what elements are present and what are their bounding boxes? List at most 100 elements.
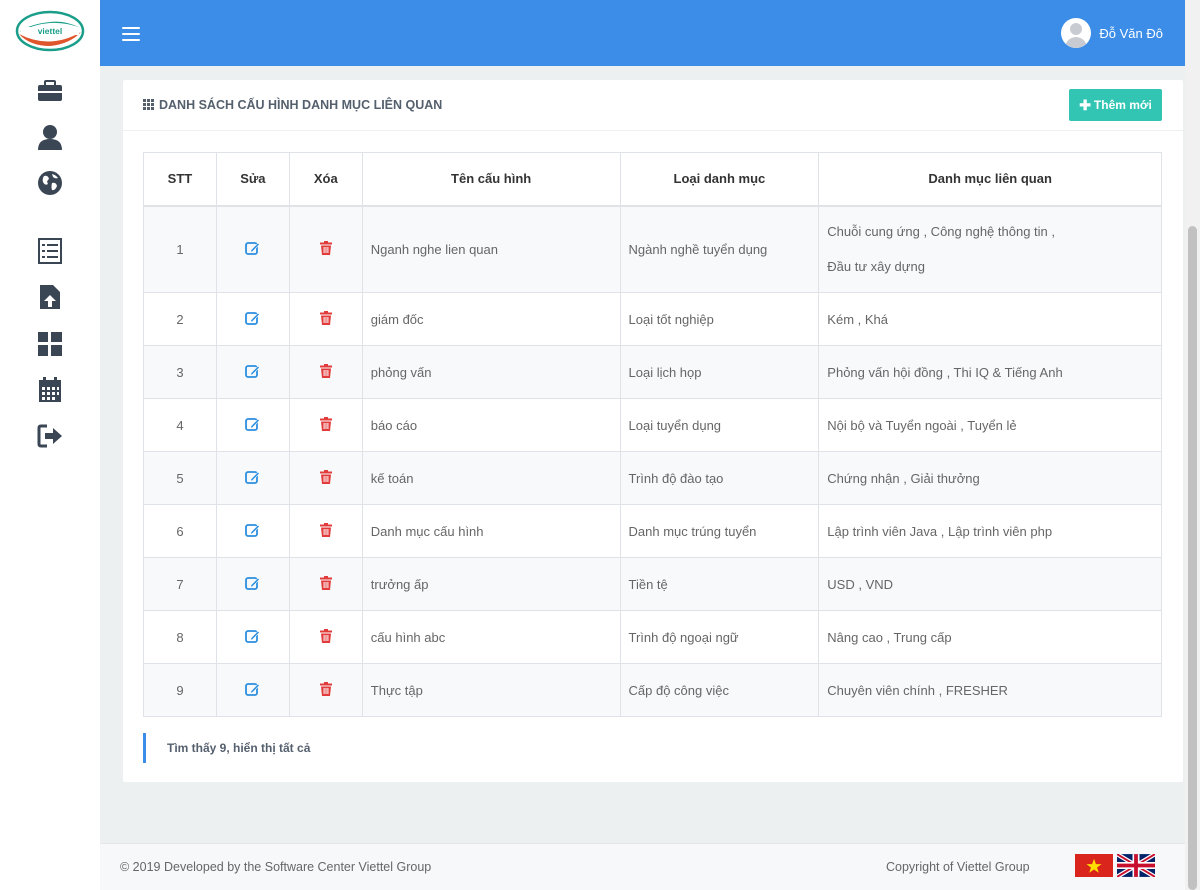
cell-related-categories: Nâng cao , Trung cấp xyxy=(818,610,1162,664)
cell-delete xyxy=(288,451,363,505)
trash-icon[interactable] xyxy=(319,575,332,593)
related-categories-text: Phỏng vấn hội đồng , Thi IQ & Tiếng Anh xyxy=(827,364,1063,380)
avatar xyxy=(1061,18,1092,48)
cell-config-name: trưởng ấp xyxy=(361,557,621,611)
trash-icon[interactable] xyxy=(319,416,332,434)
list-icon[interactable] xyxy=(36,237,64,265)
vietnamese-flag-icon[interactable] xyxy=(1075,854,1113,877)
cell-edit xyxy=(215,557,290,611)
file-upload-icon[interactable] xyxy=(36,283,64,311)
cell-stt: 8 xyxy=(143,610,217,664)
cell-delete xyxy=(288,292,363,346)
table-row: 5 kế toán Trình độ đào tạo Chứng nhận , Giả… xyxy=(143,451,1162,505)
page-title: DANH SÁCH CẤU HÌNH DANH MỤC LIÊN QUAN xyxy=(143,98,442,112)
grid-icon xyxy=(143,99,155,111)
related-categories-line: Đầu tư xây dựng xyxy=(827,259,925,275)
globe-icon[interactable] xyxy=(36,169,64,197)
edit-icon[interactable] xyxy=(245,523,261,540)
briefcase-icon[interactable] xyxy=(36,77,64,105)
cell-edit xyxy=(215,610,290,664)
column-header-category-type[interactable]: Loại danh mục xyxy=(619,152,820,207)
dashboard-icon[interactable] xyxy=(36,330,64,358)
edit-icon[interactable] xyxy=(245,629,261,646)
table-row: 3 phỏng vấn Loại lịch họp Phỏng vấn hội đồn… xyxy=(143,345,1162,399)
cell-related-categories: Chuỗi cung ứng , Công nghệ thông tin , Đầ… xyxy=(818,205,1162,293)
edit-icon[interactable] xyxy=(245,241,261,258)
card-header: DANH SÁCH CẤU HÌNH DANH MỤC LIÊN QUAN ✚ … xyxy=(123,80,1183,131)
viettel-logo[interactable]: viettel xyxy=(15,10,85,52)
sidebar: viettel xyxy=(0,0,100,890)
cell-stt: 9 xyxy=(143,663,217,717)
trash-icon[interactable] xyxy=(319,363,332,381)
page-title-text: DANH SÁCH CẤU HÌNH DANH MỤC LIÊN QUAN xyxy=(159,98,443,112)
user-icon[interactable] xyxy=(36,123,64,151)
cell-edit xyxy=(215,205,290,293)
edit-icon[interactable] xyxy=(245,364,261,381)
table-row: 4 báo cáo Loại tuyển dụng Nội bộ và Tuyển n… xyxy=(143,398,1162,452)
column-header-delete[interactable]: Xóa xyxy=(288,152,363,207)
cell-category-type: Tiền tệ xyxy=(619,557,820,611)
top-navbar: Đỗ Văn Đô xyxy=(100,0,1185,66)
config-list-card: DANH SÁCH CẤU HÌNH DANH MỤC LIÊN QUAN ✚ … xyxy=(123,80,1183,782)
cell-config-name: Danh mục cấu hình xyxy=(361,504,621,558)
logout-icon[interactable] xyxy=(36,422,64,450)
page-footer: © 2019 Developed by the Software Center … xyxy=(100,843,1185,890)
user-menu[interactable]: Đỗ Văn Đô xyxy=(1061,18,1163,48)
cell-category-type: Cấp độ công việc xyxy=(619,663,820,717)
cell-category-type: Loại tuyển dụng xyxy=(619,398,820,452)
trash-icon[interactable] xyxy=(319,240,332,258)
related-categories-text: Nội bộ và Tuyển ngoài , Tuyển lẻ xyxy=(827,417,1017,433)
cell-config-name: Thực tập xyxy=(361,663,621,717)
column-header-related-categories[interactable]: Danh mục liên quan xyxy=(818,152,1162,207)
column-header-edit[interactable]: Sửa xyxy=(215,152,290,207)
add-new-button[interactable]: ✚ Thêm mới xyxy=(1069,89,1162,121)
edit-icon[interactable] xyxy=(245,417,261,434)
cell-related-categories: Kém , Khá xyxy=(818,292,1162,346)
edit-icon[interactable] xyxy=(245,682,261,699)
cell-edit xyxy=(215,451,290,505)
cell-related-categories: Chứng nhận , Giải thưởng xyxy=(818,451,1162,505)
add-new-label: Thêm mới xyxy=(1093,98,1152,112)
calendar-icon[interactable] xyxy=(36,376,64,404)
english-flag-icon[interactable] xyxy=(1115,852,1157,879)
table-row: 6 Danh mục cấu hình Danh mục trúng tuyển Lậ… xyxy=(143,504,1162,558)
cell-related-categories: USD , VND xyxy=(818,557,1162,611)
result-summary: Tìm thấy 9, hiển thị tất cả xyxy=(143,733,310,763)
related-categories-text: Nâng cao , Trung cấp xyxy=(827,629,952,645)
trash-icon[interactable] xyxy=(319,681,332,699)
cell-delete xyxy=(288,557,363,611)
footer-credit: © 2019 Developed by the Software Center … xyxy=(120,860,432,874)
cell-delete xyxy=(288,504,363,558)
table-row: 8 cấu hình abc Trình độ ngoại ngữ Nâng cao … xyxy=(143,610,1162,664)
cell-stt: 2 xyxy=(143,292,217,346)
cell-delete xyxy=(288,610,363,664)
related-categories-text: Lập trình viên Java , Lập trình viên php xyxy=(827,523,1053,539)
scrollbar-thumb[interactable] xyxy=(1188,226,1197,890)
column-header-config-name[interactable]: Tên cấu hình xyxy=(361,152,621,207)
cell-category-type: Loại tốt nghiệp xyxy=(619,292,820,346)
menu-toggle-icon[interactable] xyxy=(122,27,140,41)
cell-stt: 5 xyxy=(143,451,217,505)
table-row: 7 trưởng ấp Tiền tệ USD , VND xyxy=(143,557,1162,611)
related-categories-text: USD , VND xyxy=(827,576,894,592)
cell-stt: 6 xyxy=(143,504,217,558)
trash-icon[interactable] xyxy=(319,522,332,540)
trash-icon[interactable] xyxy=(319,628,332,646)
config-table: STT Sửa Xóa Tên cấu hình Loại danh mục D… xyxy=(143,152,1162,717)
edit-icon[interactable] xyxy=(245,576,261,593)
cell-delete xyxy=(288,398,363,452)
column-header-stt[interactable]: STT xyxy=(143,152,217,207)
table-header-row: STT Sửa Xóa Tên cấu hình Loại danh mục D… xyxy=(143,152,1162,207)
cell-related-categories: Chuyên viên chính , FRESHER xyxy=(818,663,1162,717)
edit-icon[interactable] xyxy=(245,311,261,328)
cell-config-name: giám đốc xyxy=(361,292,621,346)
trash-icon[interactable] xyxy=(319,310,332,328)
edit-icon[interactable] xyxy=(245,470,261,487)
cell-category-type: Loại lịch họp xyxy=(619,345,820,399)
cell-edit xyxy=(215,292,290,346)
cell-related-categories: Lập trình viên Java , Lập trình viên php xyxy=(818,504,1162,558)
trash-icon[interactable] xyxy=(319,469,332,487)
page-scrollbar[interactable] xyxy=(1185,0,1200,890)
cell-config-name: cấu hình abc xyxy=(361,610,621,664)
cell-config-name: kế toán xyxy=(361,451,621,505)
